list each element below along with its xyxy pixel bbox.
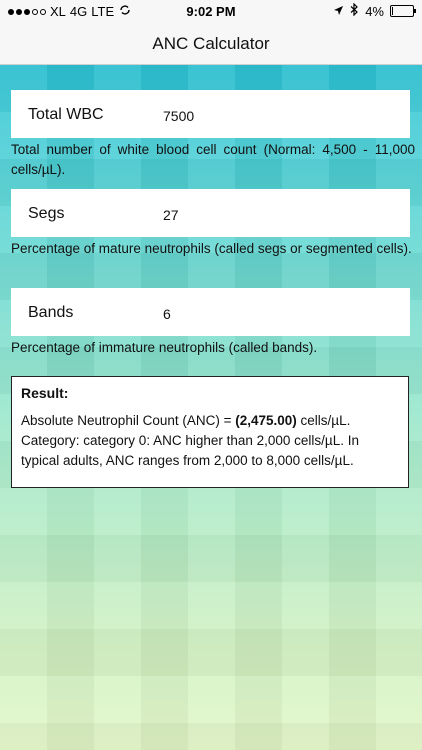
status-right: 4% <box>333 2 416 19</box>
result-box: Result: Absolute Neutrophil Count (ANC) … <box>11 376 409 488</box>
wbc-input[interactable] <box>161 104 395 128</box>
anc-unit: cells/µL. <box>296 413 351 428</box>
battery-percent: 4% <box>365 3 384 19</box>
battery-icon <box>390 5 416 17</box>
segs-description: Percentage of mature neutrophils (called… <box>11 241 412 256</box>
segs-field-row: Segs <box>11 189 410 237</box>
anc-prefix: Absolute Neutrophil Count (ANC) = <box>21 413 236 428</box>
bluetooth-icon <box>350 2 359 19</box>
result-text: Absolute Neutrophil Count (ANC) = (2,475… <box>21 411 399 471</box>
bands-label: Bands <box>28 304 74 321</box>
segs-label: Segs <box>28 205 65 222</box>
navigation-bar: ANC Calculator <box>0 24 422 65</box>
wbc-field-row: Total WBC <box>11 90 410 138</box>
result-title: Result: <box>21 385 69 401</box>
status-bar: XL 4G LTE 9:02 PM 4% <box>0 0 422 24</box>
bands-description: Percentage of immature neutrophils (call… <box>11 340 318 355</box>
page-title: ANC Calculator <box>152 34 270 53</box>
bands-field-row: Bands <box>11 288 410 336</box>
category-text: Category: category 0: ANC higher than 2,… <box>21 433 359 468</box>
location-arrow-icon <box>333 4 344 19</box>
segs-input[interactable] <box>161 203 395 227</box>
wbc-description: Total number of white blood cell count (… <box>11 142 415 177</box>
battery-level <box>392 7 393 15</box>
anc-value: (2,475.00) <box>235 413 297 428</box>
wbc-label: Total WBC <box>28 106 104 123</box>
bands-input[interactable] <box>161 302 395 326</box>
